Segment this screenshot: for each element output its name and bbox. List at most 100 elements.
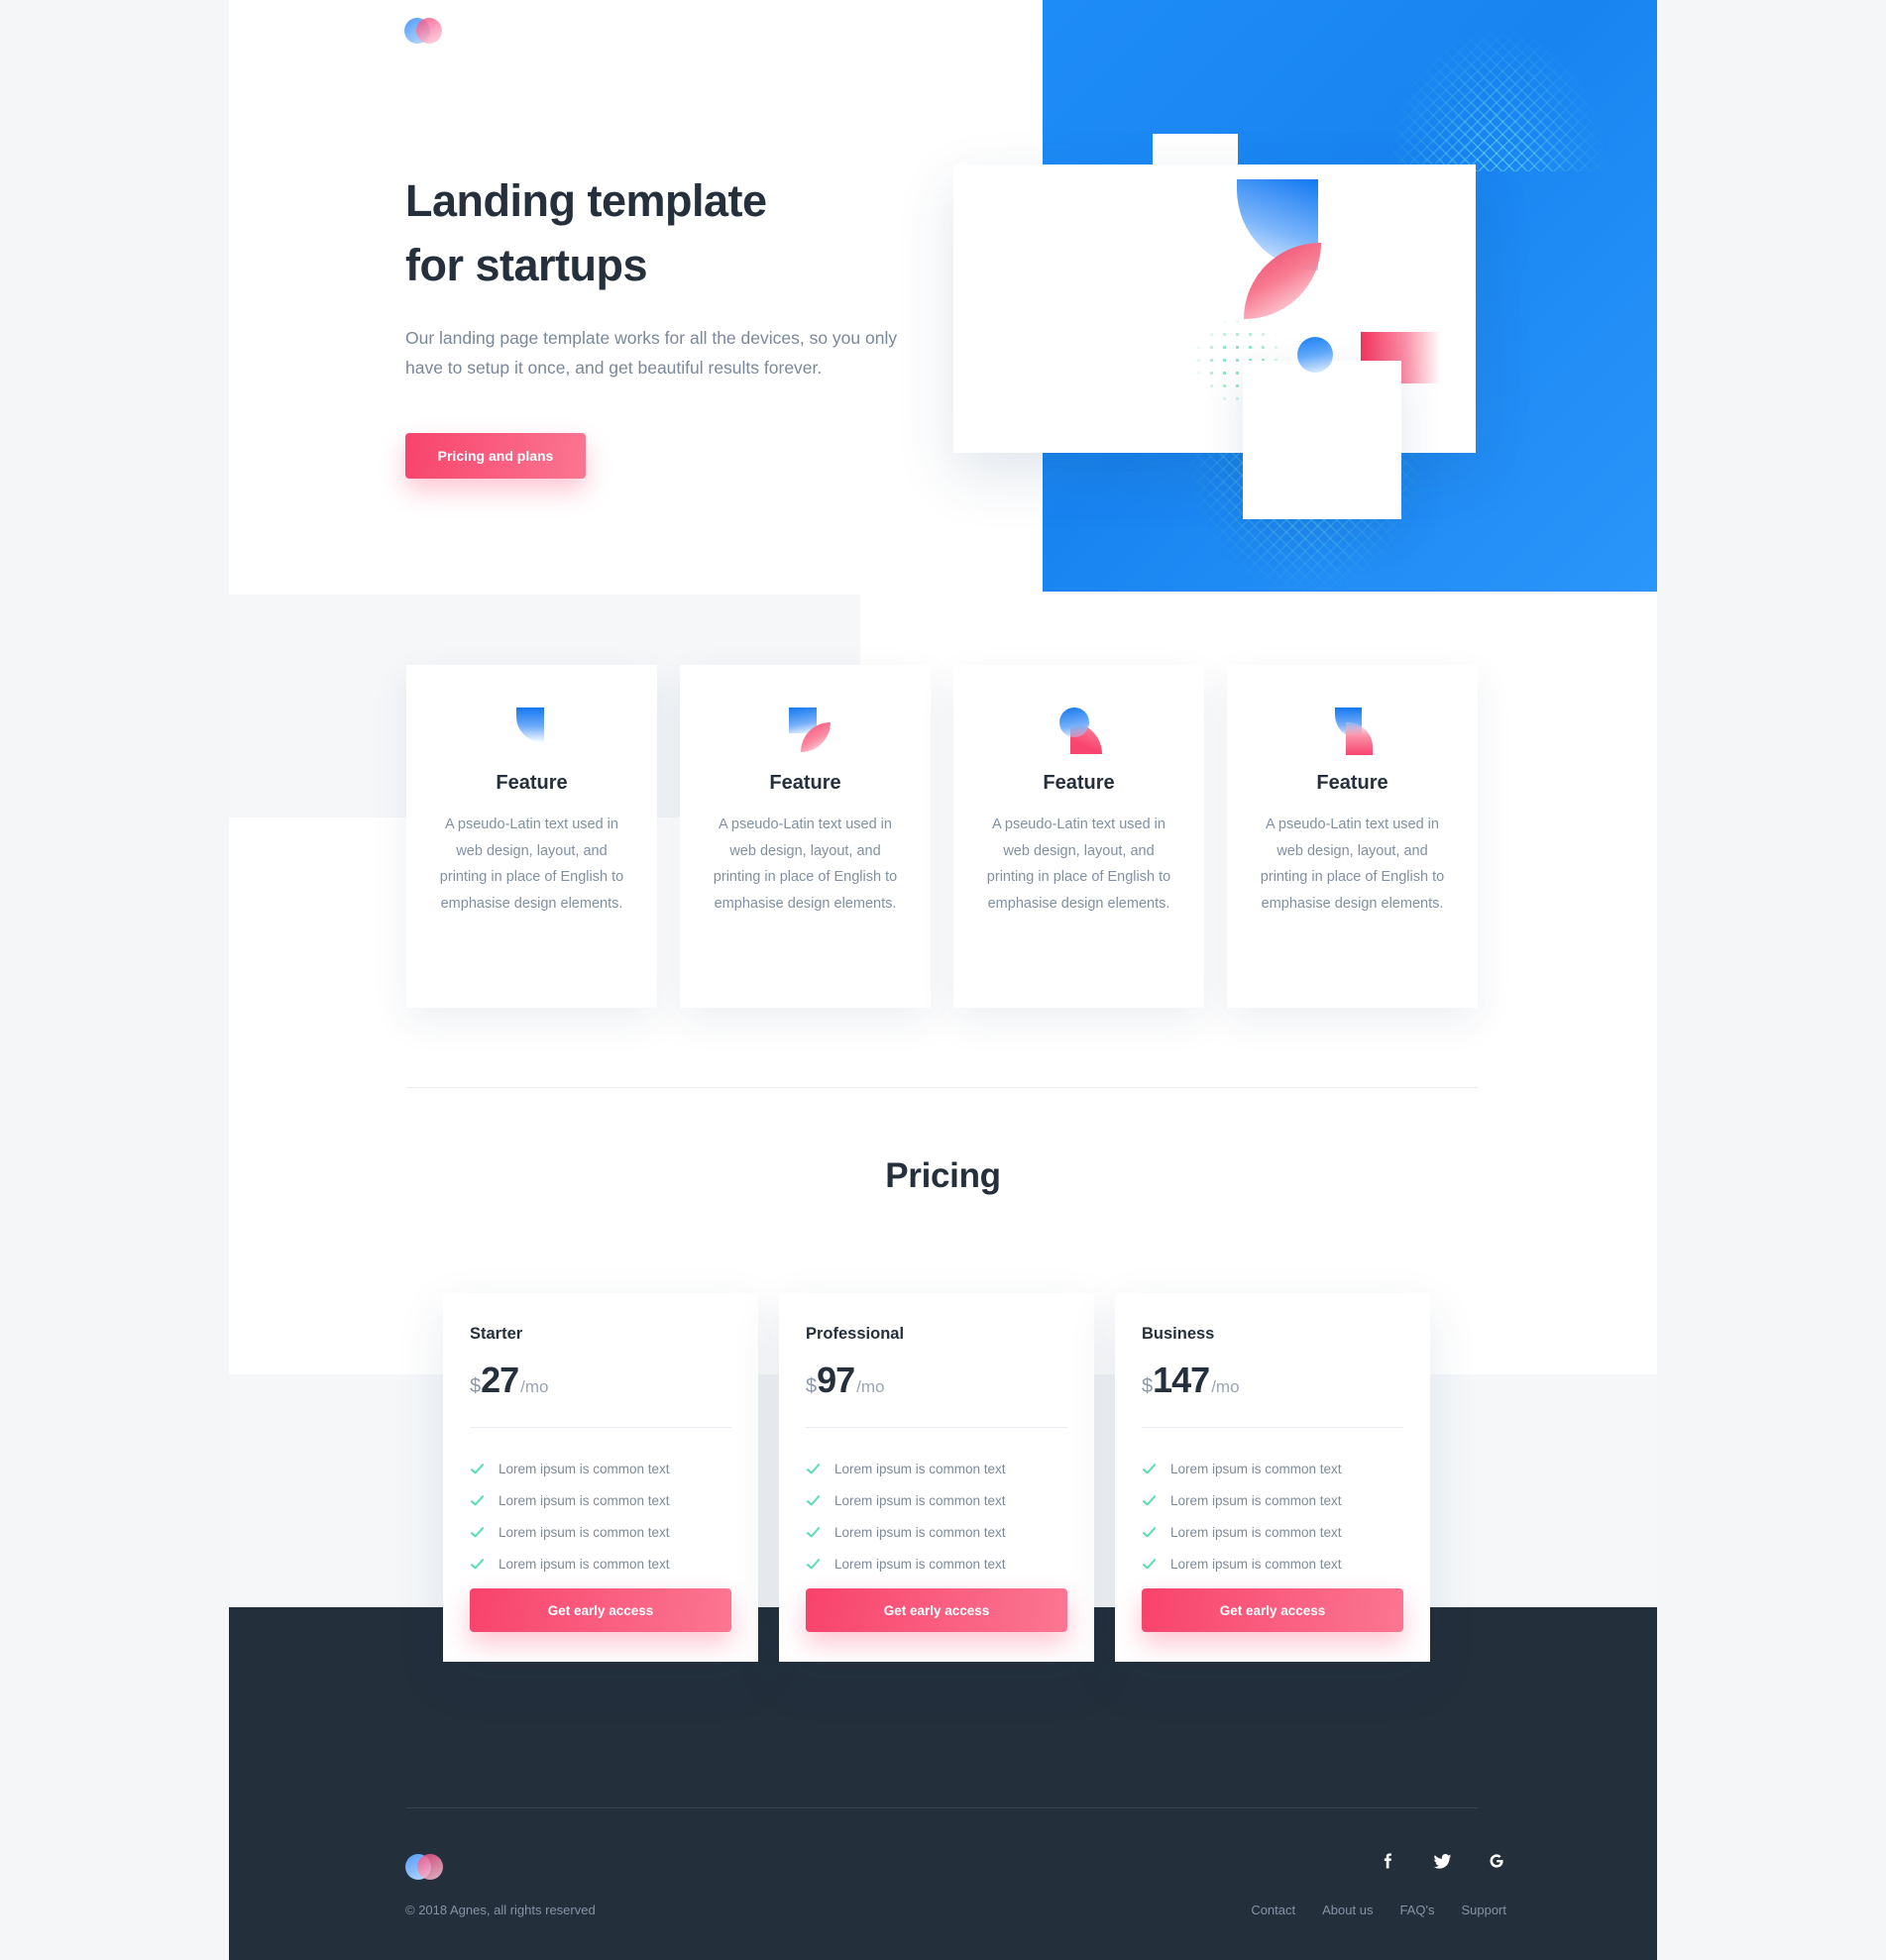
footer-link-about-us[interactable]: About us — [1322, 1903, 1373, 1917]
pricing-card-starter[interactable]: Starter $ 27 /mo Lorem ipsum is common t… — [443, 1293, 758, 1662]
footer-logo[interactable] — [405, 1854, 445, 1880]
hero-blue-circle-icon — [1297, 337, 1333, 373]
circle-quarter-icon — [1055, 708, 1103, 755]
list-item: Lorem ipsum is common text — [1142, 1493, 1403, 1508]
check-icon — [1142, 1464, 1157, 1474]
get-early-access-button[interactable]: Get early access — [1142, 1588, 1403, 1632]
plan-amount: 97 — [817, 1360, 855, 1400]
plan-price: $ 27 /mo — [470, 1360, 731, 1401]
crosshatch-pattern-top-icon — [1387, 28, 1606, 171]
features-row: Feature A pseudo-Latin text used in web … — [406, 665, 1478, 1008]
pricing-and-plans-button[interactable]: Pricing and plans — [405, 433, 586, 479]
list-item-label: Lorem ipsum is common text — [499, 1462, 670, 1476]
list-item: Lorem ipsum is common text — [470, 1557, 731, 1572]
feature-description: A pseudo-Latin text used in web design, … — [439, 817, 624, 912]
list-item: Lorem ipsum is common text — [470, 1462, 731, 1476]
get-early-access-button[interactable]: Get early access — [470, 1588, 731, 1632]
list-item: Lorem ipsum is common text — [806, 1557, 1067, 1572]
plan-name: Professional — [806, 1325, 905, 1343]
plan-divider — [470, 1427, 731, 1428]
plan-divider — [1142, 1427, 1403, 1428]
plan-period: /mo — [1211, 1377, 1240, 1396]
plan-feature-list: Lorem ipsum is common text Lorem ipsum i… — [470, 1462, 731, 1572]
pricing-plans-row: Starter $ 27 /mo Lorem ipsum is common t… — [443, 1293, 1430, 1662]
feature-card[interactable]: Feature A pseudo-Latin text used in web … — [953, 665, 1204, 1008]
hero-square-bottom — [1243, 361, 1401, 519]
pricing-heading: Pricing — [885, 1156, 1001, 1195]
feature-title: Feature — [1316, 772, 1388, 794]
plan-name: Starter — [470, 1325, 523, 1343]
plan-amount: 27 — [481, 1360, 519, 1400]
list-item-label: Lorem ipsum is common text — [834, 1493, 1006, 1508]
google-icon[interactable] — [1487, 1851, 1506, 1872]
list-item-label: Lorem ipsum is common text — [834, 1462, 1006, 1476]
feature-card[interactable]: Feature A pseudo-Latin text used in web … — [680, 665, 931, 1008]
check-icon — [470, 1559, 485, 1570]
list-item: Lorem ipsum is common text — [806, 1493, 1067, 1508]
feature-description: A pseudo-Latin text used in web design, … — [986, 817, 1171, 912]
plan-currency: $ — [806, 1375, 818, 1397]
brand-logo-icon — [405, 1854, 445, 1880]
pricing-card-professional[interactable]: Professional $ 97 /mo Lorem ipsum is com… — [779, 1293, 1094, 1662]
s-shape-icon — [1329, 708, 1377, 755]
feature-title: Feature — [769, 772, 841, 794]
plan-period: /mo — [520, 1377, 549, 1396]
list-item: Lorem ipsum is common text — [806, 1462, 1067, 1476]
list-item-label: Lorem ipsum is common text — [499, 1493, 670, 1508]
footer-divider — [406, 1807, 1478, 1808]
plan-divider — [806, 1427, 1067, 1428]
check-icon — [470, 1527, 485, 1538]
list-item: Lorem ipsum is common text — [1142, 1525, 1403, 1540]
page-title-line-2: for startups — [405, 240, 648, 290]
social-links — [1379, 1851, 1506, 1872]
list-item: Lorem ipsum is common text — [470, 1525, 731, 1540]
check-icon — [1142, 1527, 1157, 1538]
feature-card[interactable]: Feature A pseudo-Latin text used in web … — [406, 665, 657, 1008]
feature-title: Feature — [1043, 772, 1115, 794]
check-icon — [806, 1559, 821, 1570]
feature-card[interactable]: Feature A pseudo-Latin text used in web … — [1227, 665, 1478, 1008]
list-item-label: Lorem ipsum is common text — [1170, 1525, 1342, 1540]
list-item-label: Lorem ipsum is common text — [834, 1525, 1006, 1540]
check-icon — [470, 1495, 485, 1506]
list-item-label: Lorem ipsum is common text — [499, 1525, 670, 1540]
plan-name: Business — [1142, 1325, 1215, 1343]
header-logo[interactable] — [404, 18, 444, 44]
check-icon — [1142, 1559, 1157, 1570]
list-item-label: Lorem ipsum is common text — [1170, 1493, 1342, 1508]
footer-links: Contact About us FAQ's Support — [1251, 1903, 1506, 1917]
footer-link-faqs[interactable]: FAQ's — [1399, 1903, 1434, 1917]
footer-link-support[interactable]: Support — [1461, 1903, 1506, 1917]
check-icon — [806, 1527, 821, 1538]
plan-amount: 147 — [1153, 1360, 1210, 1400]
footer-link-contact[interactable]: Contact — [1251, 1903, 1295, 1917]
page-title: Landing template for startups — [405, 168, 921, 297]
landing-page: Landing template for startups Our landin… — [0, 0, 1886, 1960]
plan-currency: $ — [470, 1375, 482, 1397]
list-item: Lorem ipsum is common text — [806, 1525, 1067, 1540]
plan-feature-list: Lorem ipsum is common text Lorem ipsum i… — [1142, 1462, 1403, 1572]
plan-price: $ 97 /mo — [806, 1360, 1067, 1401]
check-icon — [806, 1495, 821, 1506]
twitter-icon[interactable] — [1432, 1851, 1453, 1872]
plan-price: $ 147 /mo — [1142, 1360, 1403, 1401]
list-item: Lorem ipsum is common text — [1142, 1557, 1403, 1572]
check-icon — [806, 1464, 821, 1474]
copyright-text: © 2018 Agnes, all rights reserved — [405, 1903, 596, 1917]
feature-title: Feature — [496, 772, 568, 794]
facebook-icon[interactable] — [1379, 1851, 1398, 1872]
check-icon — [470, 1464, 485, 1474]
section-divider — [406, 1087, 1478, 1088]
hero-subtitle: Our landing page template works for all … — [405, 328, 898, 378]
list-item: Lorem ipsum is common text — [1142, 1462, 1403, 1476]
get-early-access-button[interactable]: Get early access — [806, 1588, 1067, 1632]
list-item-label: Lorem ipsum is common text — [499, 1557, 670, 1572]
feature-description: A pseudo-Latin text used in web design, … — [1260, 817, 1445, 912]
list-item-label: Lorem ipsum is common text — [1170, 1557, 1342, 1572]
check-icon — [1142, 1495, 1157, 1506]
square-leaf-icon — [782, 708, 831, 755]
list-item-label: Lorem ipsum is common text — [834, 1557, 1006, 1572]
logo-circle-pink — [417, 1854, 443, 1880]
pricing-card-business[interactable]: Business $ 147 /mo Lorem ipsum is common… — [1115, 1293, 1430, 1662]
logo-circle-pink — [416, 18, 442, 44]
